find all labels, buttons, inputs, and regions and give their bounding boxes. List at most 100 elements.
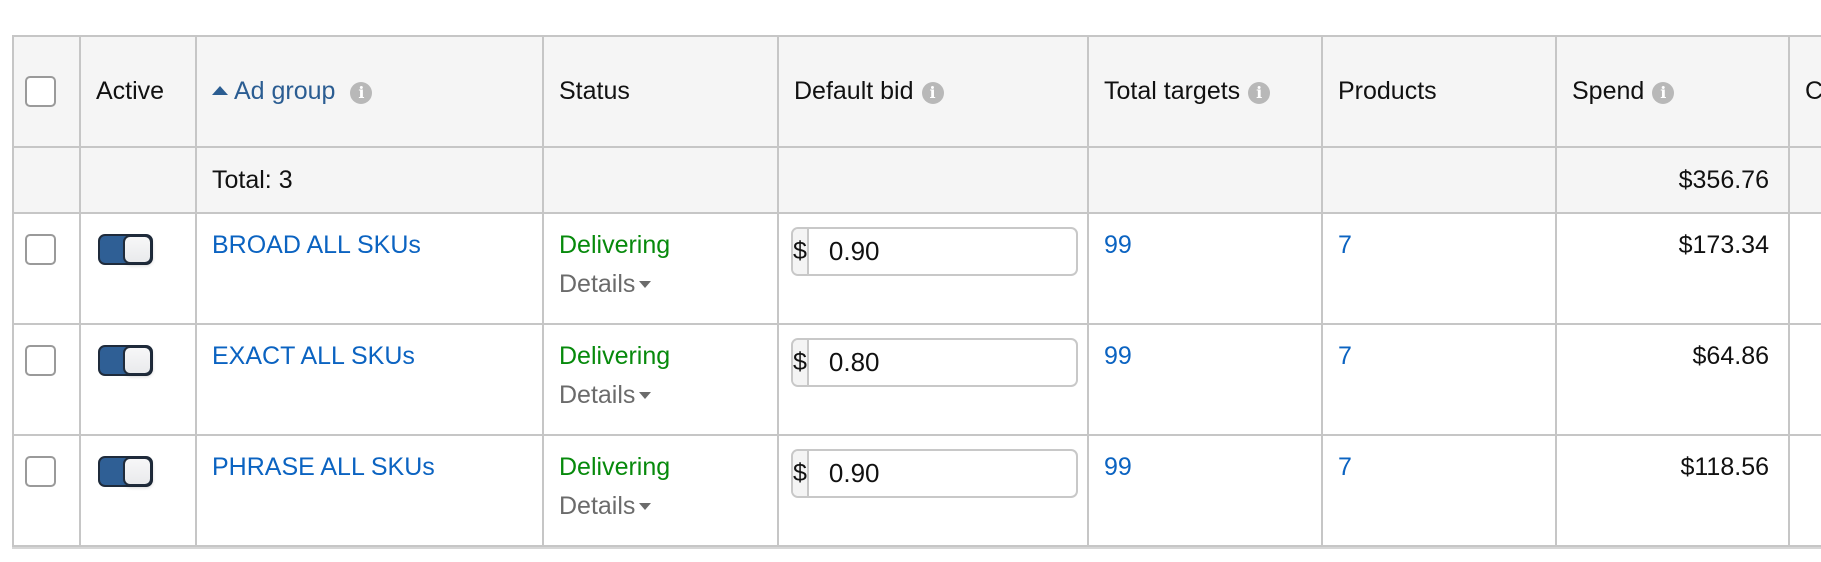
ad-group-link[interactable]: BROAD ALL SKUs [212,231,421,260]
row-status-cell: Delivering Details [542,323,779,436]
details-label: Details [559,381,636,409]
row-active-cell [79,434,197,547]
total-spend-cell: $356.76 [1555,146,1790,214]
header-active: Active [79,35,197,148]
total-label-cell: Total: 3 [195,146,544,214]
total-targets-cell [1087,146,1323,214]
header-ad-group-label: Ad group [234,77,336,105]
products-link[interactable]: 7 [1338,231,1352,260]
details-dropdown[interactable]: Details [559,270,652,299]
caret-down-icon [639,503,652,510]
row-select-cell [12,323,81,436]
row-next-cell [1788,434,1821,547]
default-bid-input[interactable] [808,451,1076,496]
currency-addon: $ [793,340,809,385]
table-row: PHRASE ALL SKUs Delivering Details $ 99 … [12,434,1821,547]
default-bid-input[interactable] [808,229,1076,274]
total-targets-link[interactable]: 99 [1104,342,1132,371]
header-default-bid-label: Default bid [794,77,914,105]
header-spend: Spend i [1555,35,1790,148]
total-bid-cell [777,146,1089,214]
row-active-cell [79,323,197,436]
active-toggle[interactable] [98,456,153,487]
row-checkbox[interactable] [25,345,56,376]
total-status-cell [542,146,779,214]
total-next-cell [1788,146,1821,214]
currency-addon: $ [793,451,809,496]
toggle-knob [123,346,152,375]
total-spend-value: $356.76 [1678,165,1769,194]
table-header-row: Active Ad group i Status Default bid i To… [12,35,1821,148]
row-spend-cell: $64.86 [1555,323,1790,436]
row-select-cell [12,434,81,547]
row-ad-group-cell: EXACT ALL SKUs [195,323,544,436]
header-active-label: Active [96,77,165,105]
select-all-checkbox[interactable] [25,76,56,107]
row-products-cell: 7 [1321,323,1557,436]
default-bid-field[interactable]: $ [791,227,1078,276]
caret-down-icon [639,392,652,399]
header-products-label: Products [1338,77,1437,105]
row-targets-cell: 99 [1087,212,1323,325]
row-status-cell: Delivering Details [542,434,779,547]
products-link[interactable]: 7 [1338,453,1352,482]
info-icon[interactable]: i [1248,82,1271,104]
row-ad-group-cell: BROAD ALL SKUs [195,212,544,325]
row-targets-cell: 99 [1087,323,1323,436]
info-icon[interactable]: i [350,82,373,104]
row-checkbox[interactable] [25,234,56,265]
caret-down-icon [639,281,652,288]
info-icon[interactable]: i [1652,82,1675,104]
ad-group-link[interactable]: PHRASE ALL SKUs [212,453,435,482]
spend-value: $64.86 [1692,342,1769,370]
row-status-cell: Delivering Details [542,212,779,325]
table-bottom-scroll-edge [12,547,1821,549]
total-active-cell [79,146,197,214]
info-icon[interactable]: i [921,82,944,104]
header-select-all-cell [12,35,81,148]
row-bid-cell: $ [777,212,1089,325]
header-total-targets: Total targets i [1087,35,1323,148]
spend-value: $173.34 [1678,231,1769,259]
status-text: Delivering [559,231,671,259]
total-targets-link[interactable]: 99 [1104,453,1132,482]
total-count-label: Total: 3 [212,165,293,194]
header-products: Products [1321,35,1557,148]
sort-ascending-icon [212,86,228,95]
products-link[interactable]: 7 [1338,342,1352,371]
row-select-cell [12,212,81,325]
active-toggle[interactable] [98,234,153,265]
header-status-label: Status [559,77,630,105]
toggle-knob [123,457,152,486]
ad-group-link[interactable]: EXACT ALL SKUs [212,342,415,371]
header-ad-group[interactable]: Ad group i [195,35,544,148]
total-products-cell [1321,146,1557,214]
header-spend-label: Spend [1572,77,1645,105]
sort-ad-group-button[interactable]: Ad group [212,77,342,105]
row-checkbox[interactable] [25,456,56,487]
row-bid-cell: $ [777,434,1089,547]
row-products-cell: 7 [1321,212,1557,325]
row-bid-cell: $ [777,323,1089,436]
header-default-bid: Default bid i [777,35,1089,148]
toggle-knob [123,235,152,264]
header-status: Status [542,35,779,148]
default-bid-input[interactable] [808,340,1076,385]
details-dropdown[interactable]: Details [559,381,652,410]
table-row: BROAD ALL SKUs Delivering Details $ 99 7 [12,212,1821,325]
row-products-cell: 7 [1321,434,1557,547]
total-targets-link[interactable]: 99 [1104,231,1132,260]
row-next-cell [1788,323,1821,436]
details-dropdown[interactable]: Details [559,492,652,521]
status-text: Delivering [559,453,671,481]
default-bid-field[interactable]: $ [791,338,1078,387]
table-row: EXACT ALL SKUs Delivering Details $ 99 7 [12,323,1821,436]
default-bid-field[interactable]: $ [791,449,1078,498]
row-active-cell [79,212,197,325]
row-targets-cell: 99 [1087,434,1323,547]
active-toggle[interactable] [98,345,153,376]
currency-addon: $ [793,229,809,274]
header-next-column-label: C [1805,77,1821,105]
total-row: Total: 3 $356.76 [12,146,1821,214]
ad-groups-table: Active Ad group i Status Default bid i To… [12,35,1821,547]
